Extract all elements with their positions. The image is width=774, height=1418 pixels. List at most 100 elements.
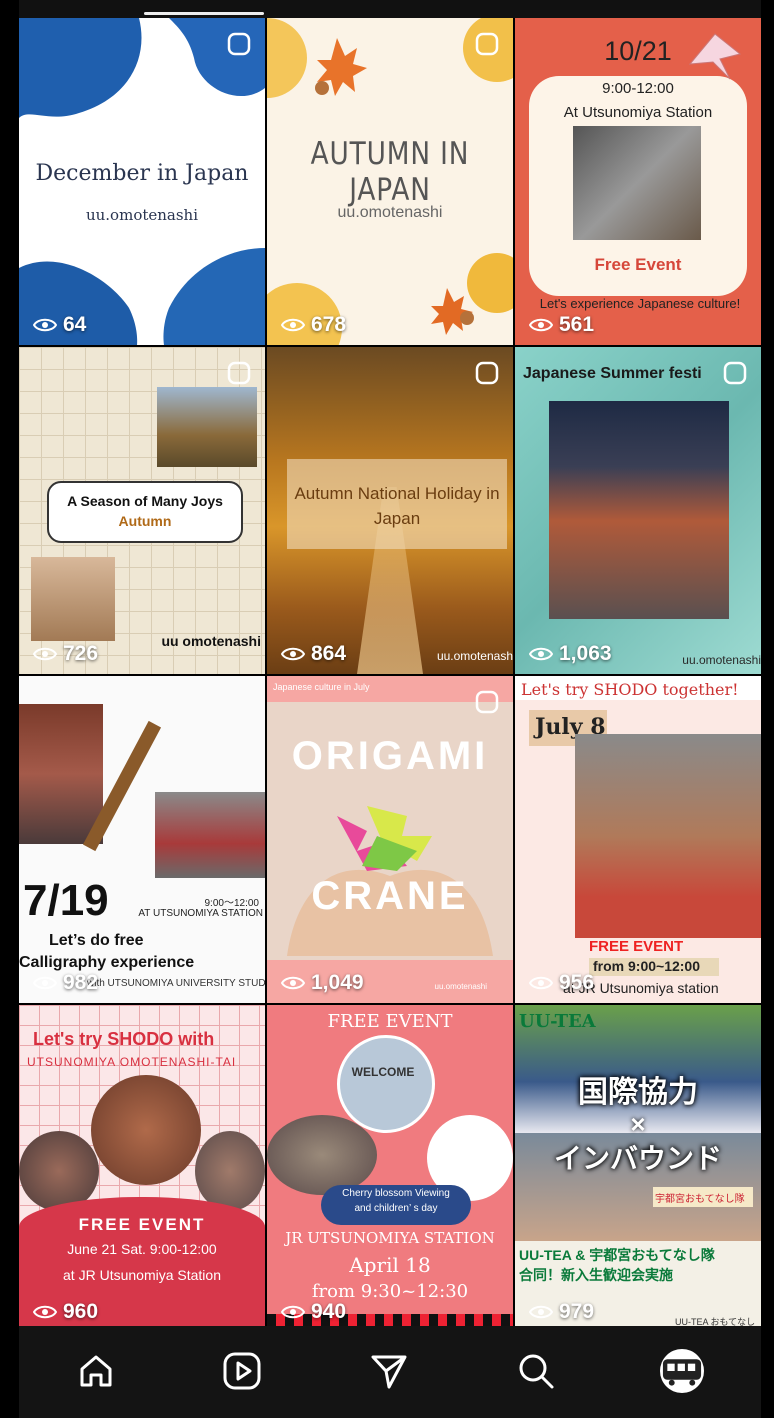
post-tile[interactable]: 10/21 9:00-12:00 At Utsunomiya Station F… — [515, 18, 761, 345]
bottom-nav — [19, 1326, 761, 1418]
event-line2: Calligraphy experience — [19, 954, 195, 971]
event-photo-left — [267, 1115, 377, 1195]
event-photo-circle — [91, 1075, 201, 1185]
caption-line2: and children’ s day — [354, 1203, 438, 1214]
nav-search[interactable] — [513, 1348, 559, 1394]
post-subtitle: CRANE — [311, 874, 469, 918]
app-frame: December in Japan uu.omotenashi 64 AUTUM… — [19, 0, 761, 1418]
train-logo-icon — [662, 1359, 702, 1386]
reel-icon — [475, 361, 499, 385]
autumn-tree-photo — [157, 387, 257, 467]
cross-mark: × — [630, 1109, 646, 1139]
post-tile[interactable]: Japanese Summer festi uu.omotenashi 1,06… — [515, 347, 761, 674]
post-title: A Season of Many Joys — [67, 493, 223, 509]
view-count-value: 864 — [311, 642, 347, 665]
reel-icon — [475, 32, 499, 56]
post-title: Let's try SHODO with — [33, 1029, 215, 1049]
view-count-value: 678 — [311, 313, 347, 336]
post-title: Japanese Summer festi — [523, 365, 702, 382]
drinks-photo — [31, 557, 115, 641]
view-count-value: 940 — [311, 1300, 347, 1323]
post-subtitle: Autumn — [118, 513, 172, 529]
post-tile[interactable]: Let's try SHODO together! July 8 FREE EV… — [515, 676, 761, 1003]
event-time: from 9:00~12:00 — [593, 958, 701, 974]
view-count: 982 — [33, 971, 98, 995]
nav-messages[interactable] — [366, 1348, 412, 1394]
view-count-value: 726 — [63, 642, 99, 665]
event-photo — [575, 734, 761, 938]
post-kicker: Japanese culture in July — [273, 682, 370, 692]
event-time: June 21 Sat. 9:00-12:00 — [67, 1241, 217, 1257]
headline-line1: UU-TEA & 宇都宮おもてなし隊 — [519, 1247, 715, 1263]
headline-line2: 合同！新入生歓迎会実施 — [519, 1267, 673, 1283]
post-tile[interactable]: UU-TEA 国際協力 × インバウンド 宇都宮おもてなし隊 UU-TEA & … — [515, 1005, 761, 1332]
reel-icon — [475, 690, 499, 714]
post-tile[interactable]: AUTUMN IN JAPAN uu.omotenashi 678 — [267, 18, 513, 345]
post-tile[interactable]: 7/19 9:00〜12:00 AT UTSUNOMIYA STATION Le… — [19, 676, 265, 1003]
eye-icon — [281, 976, 305, 990]
reel-icon — [723, 361, 747, 385]
post-tile[interactable]: Let's try SHODO with UTSUNOMIYA OMOTENAS… — [19, 1005, 265, 1332]
post-title: FREE EVENT — [327, 1011, 453, 1032]
event-line1: Let’s do free — [49, 932, 144, 949]
eye-icon — [33, 318, 57, 332]
view-count: 1,049 — [281, 971, 364, 995]
eye-icon — [529, 647, 553, 661]
view-count: 940 — [281, 1300, 346, 1324]
post-tile[interactable]: December in Japan uu.omotenashi 64 — [19, 18, 265, 345]
home-icon — [80, 1355, 112, 1387]
account-name: uu.omotenashi — [682, 653, 761, 667]
post-tile[interactable]: Autumn National Holiday in Japan uu.omot… — [267, 347, 513, 674]
view-count-value: 1,063 — [559, 642, 612, 665]
event-time: 9:00〜12:00 — [204, 898, 260, 909]
welcome-photo — [337, 1035, 435, 1133]
post-tile[interactable]: A Season of Many Joys Autumn uu omotenas… — [19, 347, 265, 674]
reel-icon — [227, 361, 251, 385]
nav-reels[interactable] — [219, 1348, 265, 1394]
post-title: AUTUMN IN JAPAN — [310, 136, 470, 208]
event-location: AT UTSUNOMIYA STATION — [138, 908, 263, 919]
eye-icon — [33, 1305, 57, 1319]
eye-icon — [281, 318, 305, 332]
view-count: 64 — [33, 313, 86, 337]
event-footer: Let's experience Japanese culture! — [539, 296, 741, 311]
nav-home[interactable] — [73, 1348, 119, 1394]
festival-photo — [549, 401, 729, 619]
view-count: 678 — [281, 313, 346, 337]
tag-label: 宇都宮おもてなし隊 — [655, 1194, 745, 1205]
post-title: Let's try SHODO together! — [521, 680, 739, 699]
eye-icon — [529, 976, 553, 990]
view-count: 979 — [529, 1300, 594, 1324]
event-footer: with UTSUNOMIYA UNIVERSITY STUDENT — [87, 978, 265, 989]
view-count-value: 1,049 — [311, 971, 364, 994]
event-location: at JR Utsunomiya Station — [63, 1267, 221, 1283]
view-count: 561 — [529, 313, 594, 337]
eye-icon — [281, 647, 305, 661]
post-tile[interactable]: FREE EVENT WELCOME Cherry blossom Viewin… — [267, 1005, 513, 1332]
event-photo-right — [195, 1131, 265, 1211]
view-count: 726 — [33, 642, 98, 666]
event-time: from 9:30~12:30 — [311, 1281, 469, 1302]
eye-icon — [281, 1305, 305, 1319]
origami-crane-decoration — [688, 33, 742, 80]
event-label: FREE EVENT — [589, 938, 684, 955]
post-title: Autumn National Holiday in Japan — [294, 484, 500, 528]
eye-icon — [33, 647, 57, 661]
event-label: FREE EVENT — [78, 1215, 206, 1234]
eye-icon — [33, 976, 57, 990]
event-date: April 18 — [349, 1253, 431, 1277]
view-count: 864 — [281, 642, 346, 666]
view-count-value: 64 — [63, 313, 87, 336]
post-subtitle: uu.omotenashi — [85, 206, 199, 224]
post-tile[interactable]: Japanese culture in July ORIGAMI CRANE u… — [267, 676, 513, 1003]
nav-profile[interactable] — [659, 1348, 705, 1394]
eye-icon — [529, 318, 553, 332]
view-count: 956 — [529, 971, 594, 995]
search-icon — [519, 1354, 554, 1389]
reel-icon — [227, 32, 251, 56]
welcome-banner: WELCOME — [351, 1065, 415, 1079]
view-count: 960 — [33, 1300, 98, 1324]
view-count-value: 956 — [559, 971, 595, 994]
event-location: JR UTSUNOMIYA STATION — [285, 1229, 495, 1247]
calligraphy-photo-1 — [19, 704, 103, 844]
